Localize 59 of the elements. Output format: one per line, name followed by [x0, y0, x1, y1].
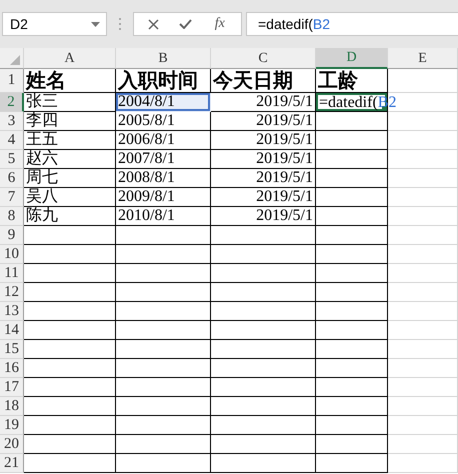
row-header[interactable]: 13 [0, 302, 24, 321]
row-header[interactable]: 9 [0, 226, 24, 245]
table-cell-text: 2019/5/1 [255, 150, 314, 169]
table-cell-text: 2019/5/1 [255, 112, 314, 131]
dropdown-caret-icon[interactable] [91, 22, 100, 26]
column-title: 工龄 [317, 69, 359, 93]
row-header[interactable]: 15 [0, 340, 24, 359]
column-title: 姓名 [24, 69, 67, 93]
table-cell-text: 王五 [25, 131, 59, 150]
column-header[interactable]: A [24, 48, 116, 69]
column-title: 今天日期 [212, 69, 294, 93]
table-cell-text: 2019/5/1 [255, 207, 314, 226]
table-cell-text: 2009/8/1 [117, 188, 176, 207]
cancel-icon[interactable] [148, 18, 160, 30]
table-cell-text: 2010/8/1 [117, 207, 176, 226]
column-title: 入职时间 [116, 69, 199, 93]
row-header[interactable]: 18 [0, 397, 24, 416]
row-header[interactable]: 8 [0, 207, 24, 226]
table-cell-text: 2007/8/1 [117, 150, 176, 169]
table-cell-text: 李四 [25, 112, 59, 131]
formula-field[interactable]: =datedif(B2 [246, 12, 458, 36]
row-header[interactable]: 19 [0, 416, 24, 435]
table-cell-text: 吴八 [25, 188, 59, 207]
table-cell-text: 张三 [25, 93, 59, 112]
table-cell-text: 赵六 [25, 150, 59, 169]
table-cell-text: 2008/8/1 [117, 169, 176, 188]
row-header[interactable]: 11 [0, 264, 24, 283]
column-header[interactable]: D [316, 48, 388, 69]
grip-icon[interactable] [117, 16, 123, 32]
table-cell-text: 周七 [25, 169, 59, 188]
row-header[interactable]: 10 [0, 245, 24, 264]
row-header[interactable]: 5 [0, 150, 24, 169]
name-box[interactable]: D2 [2, 12, 107, 36]
table-cell: 2004/8/1 [116, 93, 211, 112]
table-cell-text: 2005/8/1 [117, 112, 176, 131]
table-cell-text: 2019/5/1 [255, 131, 314, 150]
cell-reference: D2 [10, 16, 28, 32]
table-cell-text: 2006/8/1 [117, 131, 176, 150]
row-header[interactable]: 1 [0, 69, 24, 93]
table-cell-text: 陈九 [25, 207, 59, 226]
table-cell-text: 2019/5/1 [255, 169, 314, 188]
table-cell-text: 2019/5/1 [255, 93, 314, 112]
column-header[interactable]: E [388, 48, 458, 69]
row-header[interactable]: 7 [0, 188, 24, 207]
column-header[interactable]: C [211, 48, 316, 69]
insert-function-button[interactable]: fx [212, 15, 227, 33]
row-header[interactable]: 3 [0, 112, 24, 131]
row-header[interactable]: 6 [0, 169, 24, 188]
row-header[interactable]: 12 [0, 283, 24, 302]
row-header[interactable]: 4 [0, 131, 24, 150]
row-header[interactable]: 16 [0, 359, 24, 378]
column-header[interactable]: B [116, 48, 211, 69]
row-header[interactable]: 20 [0, 435, 24, 454]
row-header[interactable]: 17 [0, 378, 24, 397]
row-header[interactable]: 14 [0, 321, 24, 340]
row-header[interactable]: 21 [0, 454, 24, 473]
table-cell-text: 2019/5/1 [255, 188, 314, 207]
row-header[interactable]: 2 [0, 93, 24, 112]
checkmark-icon[interactable] [179, 19, 192, 29]
